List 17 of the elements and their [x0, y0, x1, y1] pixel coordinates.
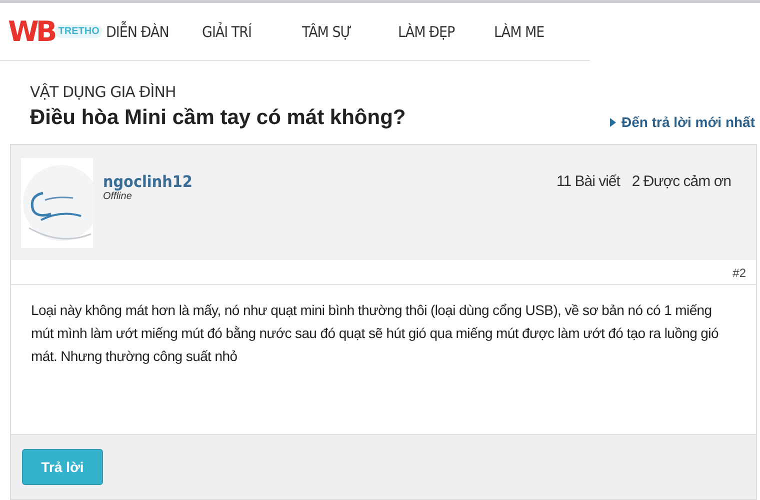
latest-reply-link[interactable]: Đến trả lời mới nhất — [610, 114, 755, 130]
author-name[interactable]: ngoclinh12 — [103, 172, 192, 191]
logo-subtitle: TRETHO — [55, 25, 102, 38]
nav-link[interactable]: DIỄN ĐÀN — [106, 22, 202, 40]
logo-letters: WB — [8, 15, 54, 48]
nav-link[interactable]: LÀM ME — [494, 22, 590, 40]
nav-link[interactable]: LÀM ĐẸP — [398, 22, 494, 40]
breadcrumb-category[interactable]: VẬT DỤNG GIA ĐÌNH — [30, 83, 730, 101]
thread-title: Điều hòa Mini cầm tay có mát không? — [30, 106, 406, 130]
post-body: Loại này không mát hơn là mấy, nó như quạt mini bình thường thôi (loại dùng cổng USB), về sơ bản nó có 1 miếng mút mình làm ướt miếng mút đó bằng nước sau đó quạt sẽ hút gió qua miếng mút được làm ướt đó tạo ra luồng gió mát. Nhưng thường công suất nhỏ — [31, 301, 720, 366]
user-stat: 11 Bài viết — [556, 173, 620, 190]
nav-link[interactable]: TÂM SỰ — [302, 22, 398, 40]
play-icon — [610, 118, 616, 126]
nav-link[interactable]: GIẢI TRÍ — [202, 22, 298, 40]
user-stat: 2 Được cảm ơn — [632, 173, 731, 190]
online-status: Offline — [103, 191, 133, 202]
post-number[interactable]: #2 — [732, 266, 746, 280]
